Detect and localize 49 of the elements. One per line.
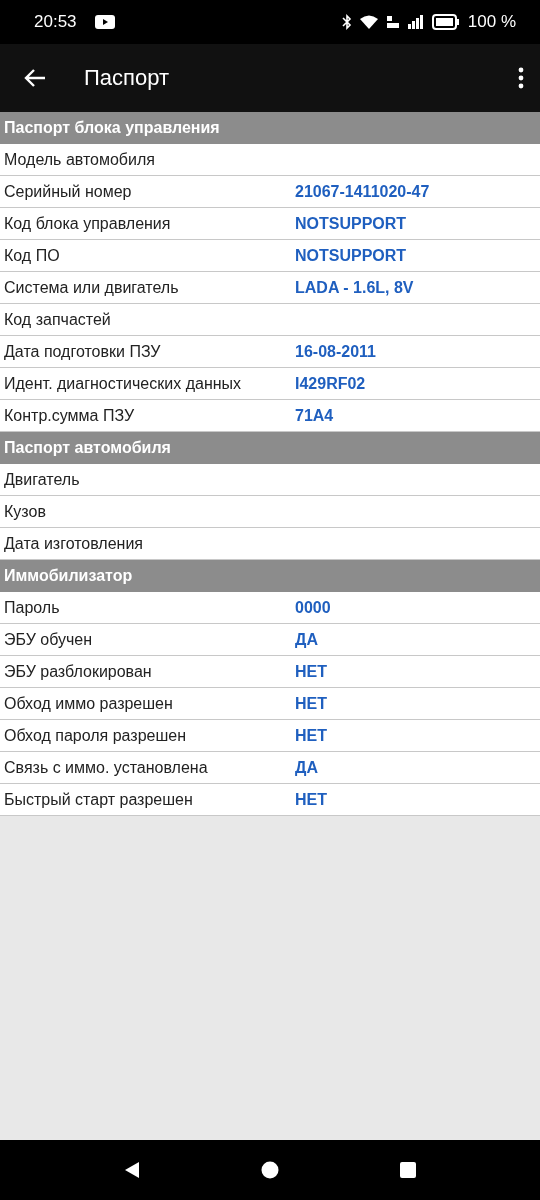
status-time: 20:53	[34, 12, 77, 32]
field-label: ЭБУ обучен	[4, 630, 94, 649]
section-header: Иммобилизатор	[0, 560, 540, 592]
field-value: LADA - 1.6L, 8V	[295, 278, 414, 297]
battery-percent: 100 %	[467, 12, 516, 32]
field-label: Двигатель	[4, 470, 81, 489]
field-value: НЕТ	[295, 726, 327, 745]
field-label: Код ПО	[4, 246, 61, 265]
screen-title: Паспорт	[84, 65, 170, 91]
field-label: Код запчастей	[4, 310, 112, 329]
field-value: 21067-1411020-47	[295, 182, 430, 201]
field-value: 0000	[295, 598, 331, 617]
field-label: Идент. диагностических данных	[4, 374, 243, 393]
recents-nav-icon[interactable]	[399, 1161, 417, 1179]
field-value: ДА	[295, 630, 318, 649]
field-label: Контр.сумма ПЗУ	[4, 406, 136, 425]
field-label: Пароль	[4, 598, 61, 617]
field-value: 71A4	[295, 406, 334, 425]
back-nav-icon[interactable]	[123, 1161, 141, 1179]
wifi-icon	[359, 15, 378, 29]
field-value: ДА	[295, 758, 318, 777]
field-value: NOTSUPPORT	[295, 214, 407, 233]
field-label: Обход иммо разрешен	[4, 694, 174, 713]
field-label: Дата подготовки ПЗУ	[4, 342, 162, 361]
field-label: Система или двигатель	[4, 278, 180, 297]
field-label: Быстрый старт разрешен	[4, 790, 194, 809]
field-value: NOTSUPPORT	[295, 246, 407, 265]
field-label: ЭБУ разблокирован	[4, 662, 153, 681]
more-options-icon	[518, 67, 524, 89]
field-label: Код блока управления	[4, 214, 172, 233]
bluetooth-icon	[341, 14, 352, 30]
video-app-icon	[94, 15, 115, 29]
field-label: Дата изготовления	[4, 534, 145, 553]
field-value: НЕТ	[295, 694, 327, 713]
field-value: 16-08-2011	[295, 342, 376, 361]
field-value: НЕТ	[295, 662, 327, 681]
signal-icon	[407, 15, 424, 29]
back-arrow-icon	[24, 68, 46, 88]
battery-icon	[431, 14, 460, 30]
section-header: Паспорт автомобиля	[0, 432, 540, 464]
field-label: Связь с иммо. установлена	[4, 758, 209, 777]
home-nav-icon[interactable]	[261, 1161, 279, 1179]
field-label: Модель автомобиля	[4, 150, 156, 169]
section-header: Паспорт блока управления	[0, 112, 540, 144]
field-label: Серийный номер	[4, 182, 133, 201]
field-label: Обход пароля разрешен	[4, 726, 187, 745]
field-value: I429RF02	[295, 374, 366, 393]
field-label: Кузов	[4, 502, 47, 521]
field-value: НЕТ	[295, 790, 327, 809]
